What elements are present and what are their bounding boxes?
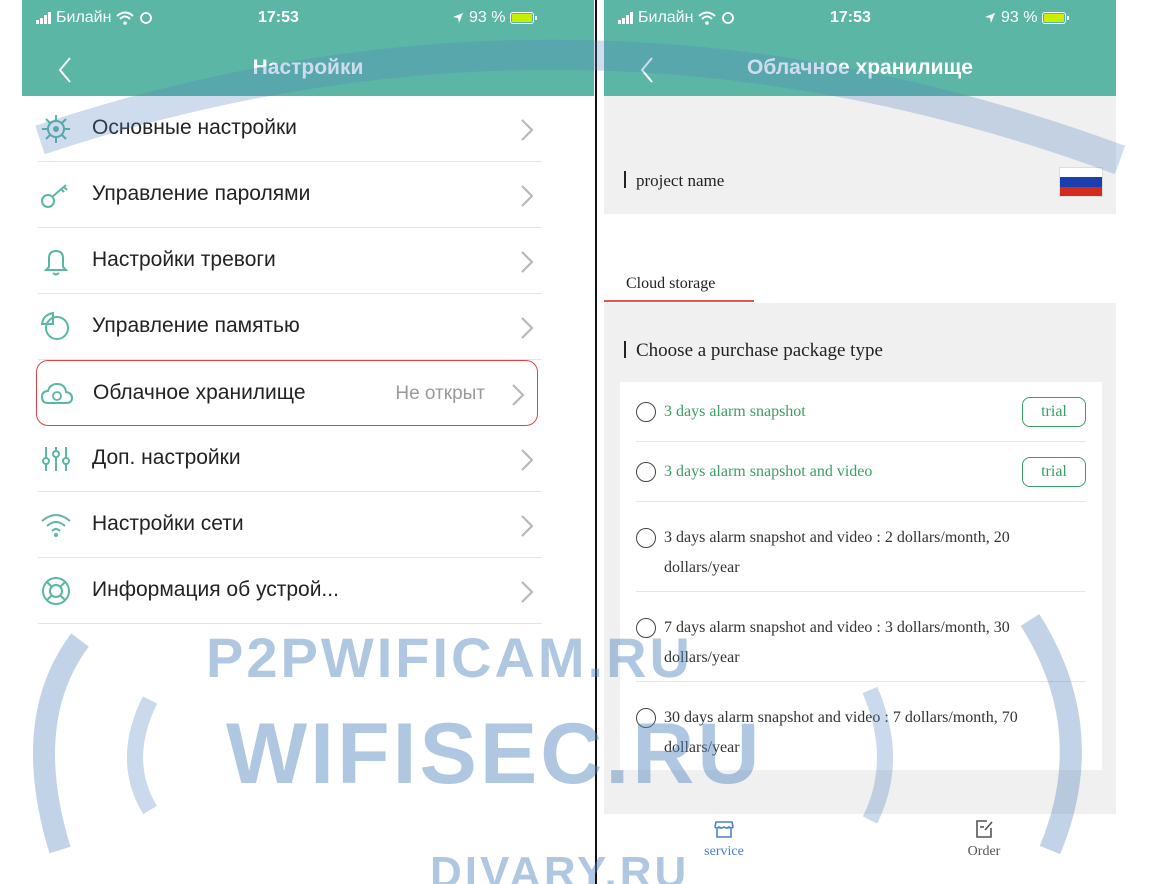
project-name-label: project name xyxy=(624,171,724,191)
chevron-right-icon xyxy=(521,449,534,471)
settings-item-label: Основные настройки xyxy=(92,116,297,139)
settings-item-storage[interactable]: Управление памятью xyxy=(38,294,542,360)
chevron-right-icon xyxy=(521,251,534,273)
location-arrow-icon xyxy=(453,13,463,23)
package-option[interactable]: 3 days alarm snapshot and video trial xyxy=(636,442,1086,502)
sliders-icon xyxy=(42,447,70,471)
wifi-status-icon xyxy=(698,11,717,25)
cloud-status-value: Не открыт xyxy=(395,383,485,404)
signal-icon xyxy=(36,12,51,24)
tab-service[interactable]: service xyxy=(664,818,784,860)
gear-icon xyxy=(42,115,70,143)
settings-item-label: Доп. настройки xyxy=(92,446,241,469)
nav-bar: Настройки xyxy=(22,44,594,96)
signal-icon xyxy=(618,12,633,24)
chevron-right-icon xyxy=(521,515,534,537)
chevron-right-icon xyxy=(521,317,534,339)
project-section xyxy=(604,96,1116,214)
sync-icon xyxy=(140,12,153,24)
settings-item-label: Настройки тревоги xyxy=(92,248,276,271)
settings-item-label: Информация об устрой... xyxy=(92,578,339,601)
carrier-name: Билайн xyxy=(56,9,112,26)
settings-list: Основные настройки Управление паролями Н… xyxy=(22,96,594,624)
choose-package-label: Choose a purchase package type xyxy=(624,340,883,362)
lifebuoy-icon xyxy=(42,577,70,605)
chevron-right-icon xyxy=(521,581,534,603)
page-title: Облачное хранилище xyxy=(747,56,973,79)
screen-divider xyxy=(595,0,597,884)
location-arrow-icon xyxy=(985,13,995,23)
package-option[interactable]: 7 days alarm snapshot and video : 3 doll… xyxy=(636,592,1086,682)
bottom-tab-bar: service Order xyxy=(604,814,1116,884)
chevron-right-icon xyxy=(521,119,534,141)
settings-item-general[interactable]: Основные настройки xyxy=(38,96,542,162)
radio-button[interactable] xyxy=(636,618,656,638)
chevron-right-icon xyxy=(521,185,534,207)
settings-item-alarm[interactable]: Настройки тревоги xyxy=(38,228,542,294)
page-title: Настройки xyxy=(252,56,364,79)
bell-icon xyxy=(43,249,69,276)
sync-icon xyxy=(722,12,735,24)
settings-item-passwords[interactable]: Управление паролями xyxy=(38,162,542,228)
edit-document-icon xyxy=(976,820,993,838)
package-option[interactable]: 30 days alarm snapshot and video : 7 dol… xyxy=(636,682,1086,770)
russia-flag-icon[interactable] xyxy=(1059,167,1103,197)
package-option[interactable]: 3 days alarm snapshot trial xyxy=(636,382,1086,442)
wifi-icon xyxy=(41,514,71,537)
clock: 17:53 xyxy=(258,9,299,26)
radio-button[interactable] xyxy=(636,462,656,482)
store-icon xyxy=(714,821,734,838)
trial-badge: trial xyxy=(1022,457,1086,487)
radio-button[interactable] xyxy=(636,402,656,422)
battery-icon xyxy=(1042,12,1070,24)
status-bar: Билайн 17:53 93 % xyxy=(22,0,594,44)
battery-icon xyxy=(510,12,538,24)
key-icon xyxy=(41,184,68,208)
trial-badge: trial xyxy=(1022,397,1086,427)
settings-item-label: Управление памятью xyxy=(92,314,300,337)
section-marker xyxy=(624,341,626,358)
settings-item-network[interactable]: Настройки сети xyxy=(38,492,542,558)
wifi-status-icon xyxy=(116,11,135,25)
settings-item-cloud-storage[interactable]: Облачное хранилище Не открыт xyxy=(36,360,538,426)
tab-order[interactable]: Order xyxy=(924,818,1044,860)
package-option[interactable]: 3 days alarm snapshot and video : 2 doll… xyxy=(636,502,1086,592)
battery-percent: 93 % xyxy=(469,9,506,26)
cloud-icon xyxy=(40,382,74,404)
battery-percent: 93 % xyxy=(1001,9,1038,26)
chevron-right-icon xyxy=(512,384,525,406)
nav-bar: Облачное хранилище xyxy=(604,44,1116,96)
radio-button[interactable] xyxy=(636,528,656,548)
settings-item-device-info[interactable]: Информация об устрой... xyxy=(38,558,542,624)
cloud-storage-screen: Билайн 17:53 93 % Облачное хранилище pro… xyxy=(604,0,1116,884)
status-bar: Билайн 17:53 93 % xyxy=(604,0,1116,44)
section-marker xyxy=(624,171,626,188)
tab-cloud-storage[interactable]: Cloud storage xyxy=(604,258,754,302)
clock: 17:53 xyxy=(830,9,871,26)
radio-button[interactable] xyxy=(636,708,656,728)
settings-screen: Билайн 17:53 93 % Настройки Основные нас… xyxy=(22,0,594,884)
settings-item-advanced[interactable]: Доп. настройки xyxy=(38,426,542,492)
carrier-name: Билайн xyxy=(638,9,694,26)
pie-chart-icon xyxy=(40,311,69,340)
settings-item-label: Управление паролями xyxy=(92,182,311,205)
package-list: 3 days alarm snapshot trial 3 days alarm… xyxy=(620,382,1102,770)
settings-item-label: Настройки сети xyxy=(92,512,244,535)
settings-item-label: Облачное хранилище xyxy=(93,381,306,404)
